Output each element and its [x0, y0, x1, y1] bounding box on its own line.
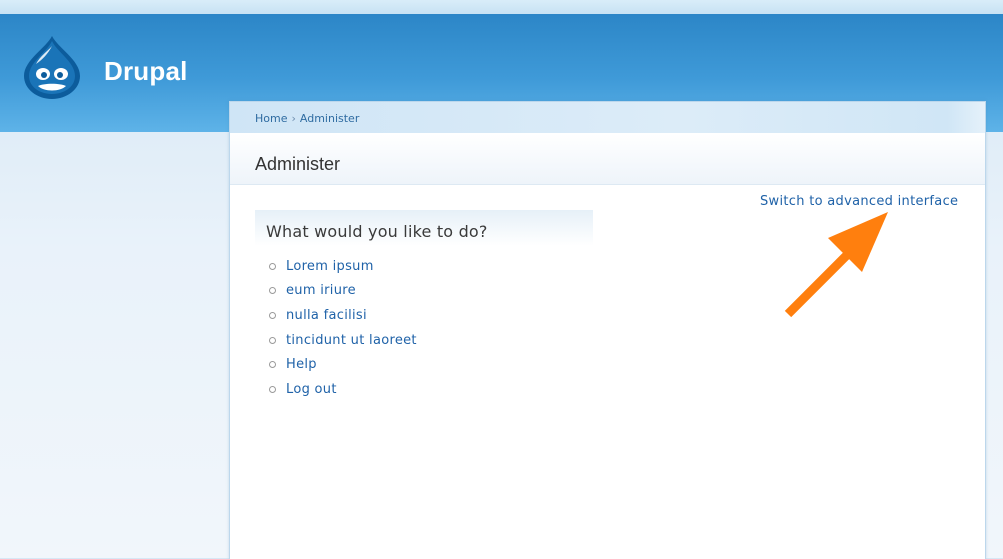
- list-item: Lorem ipsum: [255, 254, 593, 279]
- task-link-tincidunt-ut-laoreet[interactable]: tincidunt ut laoreet: [286, 333, 417, 348]
- breadcrumb: Home › Administer: [255, 112, 359, 125]
- task-link-eum-iriure[interactable]: eum iriure: [286, 283, 356, 298]
- bullet-icon: [269, 336, 276, 344]
- site-name[interactable]: Drupal: [104, 56, 188, 87]
- task-link-log-out[interactable]: Log out: [286, 382, 337, 397]
- task-panel-header: What would you like to do?: [255, 210, 593, 246]
- arrow-icon: [784, 212, 888, 318]
- task-panel: What would you like to do? Lorem ipsum e…: [255, 210, 593, 402]
- bullet-icon: [269, 287, 276, 295]
- list-item: Log out: [255, 377, 593, 402]
- switch-to-advanced-interface-link[interactable]: Switch to advanced interface: [760, 194, 958, 209]
- breadcrumb-bar: Home › Administer: [230, 102, 985, 134]
- drupal-logo-icon[interactable]: [22, 34, 82, 100]
- task-list: Lorem ipsum eum iriure nulla facilisi ti…: [255, 254, 593, 402]
- task-link-lorem-ipsum[interactable]: Lorem ipsum: [286, 259, 374, 274]
- main-content: Home › Administer Administer Switch to adv…: [229, 101, 986, 559]
- list-item: nulla facilisi: [255, 303, 593, 328]
- breadcrumb-home-link[interactable]: Home: [255, 112, 287, 125]
- bullet-icon: [269, 311, 276, 319]
- task-link-nulla-facilisi[interactable]: nulla facilisi: [286, 308, 367, 323]
- bullet-icon: [269, 262, 276, 270]
- page-title: Administer: [255, 154, 341, 174]
- list-item: eum iriure: [255, 279, 593, 304]
- bullet-icon: [269, 361, 276, 369]
- top-strip: [0, 0, 1003, 15]
- title-bar: Administer: [230, 134, 985, 185]
- task-link-help[interactable]: Help: [286, 357, 317, 372]
- task-panel-title: What would you like to do?: [266, 222, 488, 241]
- bullet-icon: [269, 385, 276, 393]
- breadcrumb-administer-link[interactable]: Administer: [300, 112, 359, 125]
- list-item: tincidunt ut laoreet: [255, 328, 593, 353]
- breadcrumb-separator: ›: [291, 112, 296, 125]
- list-item: Help: [255, 352, 593, 377]
